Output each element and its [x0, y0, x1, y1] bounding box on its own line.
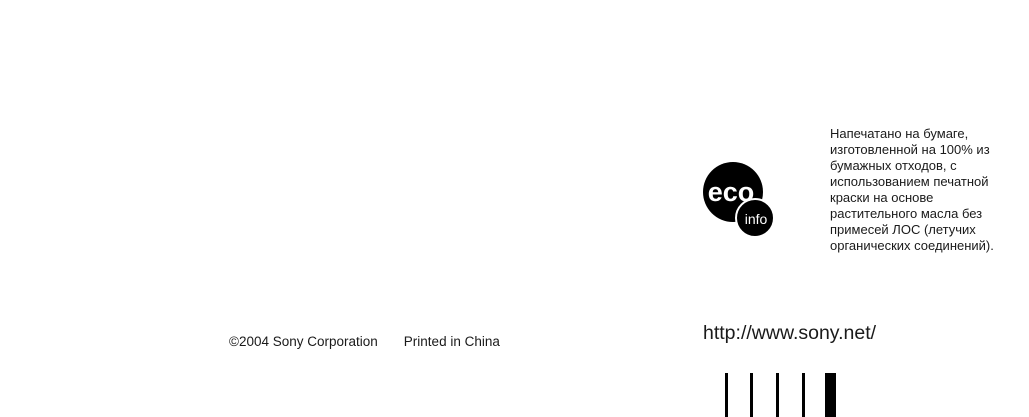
- barcode-bar: [776, 373, 779, 417]
- barcode-bar: [825, 373, 836, 417]
- barcode-marks: [725, 373, 855, 417]
- barcode-bar: [750, 373, 753, 417]
- barcode-bar: [802, 373, 805, 417]
- footer-copyright: ©2004 Sony Corporation Printed in China: [229, 334, 500, 349]
- website-url: http://www.sony.net/: [703, 322, 877, 344]
- barcode-bar: [725, 373, 728, 417]
- printed-in-text: Printed in China: [403, 334, 500, 349]
- eco-note: Напечатано на бумаге, изготовленной на 1…: [830, 126, 994, 253]
- eco-info-logo: eco info: [703, 162, 773, 238]
- copyright-text: ©2004 Sony Corporation: [229, 334, 378, 349]
- eco-logo-sub: info: [745, 211, 768, 227]
- eco-logo-word: eco: [708, 177, 755, 207]
